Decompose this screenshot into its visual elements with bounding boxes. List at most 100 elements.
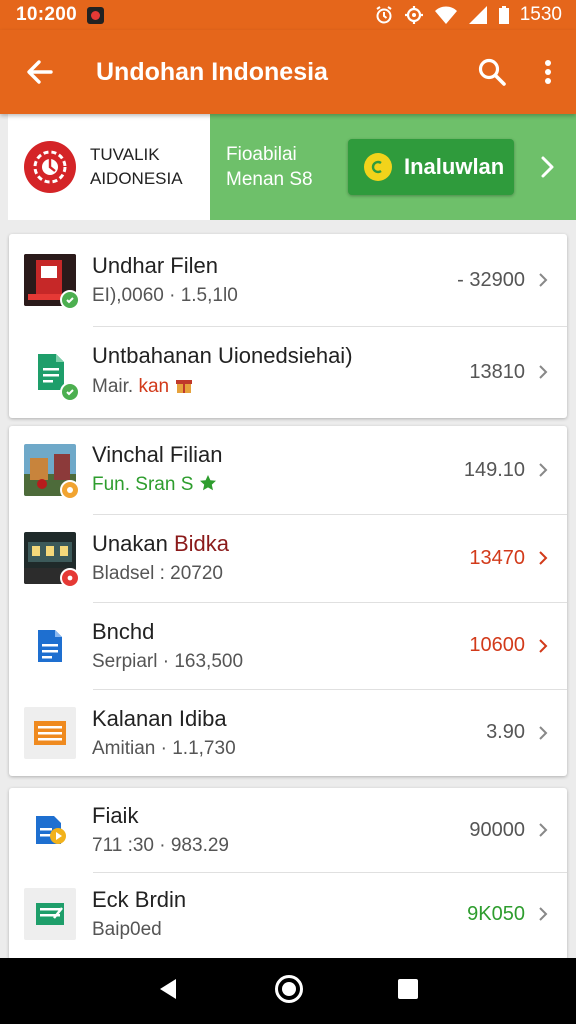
item-thumbnail (24, 254, 80, 310)
list-item[interactable]: Fiaik 711 :30 · 983.29 90000 (9, 788, 567, 872)
item-value: 13810 (469, 360, 525, 383)
chevron-right-icon (531, 272, 555, 288)
item-thumbnail (24, 804, 76, 856)
chevron-right-icon (531, 638, 555, 654)
item-thumbnail (24, 532, 80, 588)
alarm-icon (376, 6, 392, 24)
battery-level: 1530 (519, 4, 562, 25)
item-texts: Unakan Bidka Bladsel : 20720 (92, 531, 469, 585)
item-subtitle-accent: kan (138, 376, 170, 397)
nav-back-button[interactable] (157, 977, 181, 1006)
nav-recents-button[interactable] (397, 978, 419, 1005)
brand-line-1: TUVALIK (90, 145, 160, 164)
coin-icon (364, 153, 392, 181)
item-title: Eck Brdin (92, 887, 187, 912)
cta-label: Inaluwlan (404, 154, 505, 179)
banner-next-button[interactable] (520, 155, 576, 179)
system-nav-bar (0, 958, 576, 1024)
item-thumbnail (24, 620, 76, 672)
square-recents-icon (398, 978, 419, 999)
home-circle-icon (274, 974, 303, 1003)
item-value: 9K050 (467, 902, 525, 925)
notification-icon (86, 6, 104, 24)
list-item[interactable]: Vinchal Filian Fun. Sran S 149.10 (9, 426, 567, 514)
status-bar: 10:200 1530 (0, 0, 576, 30)
settings-icon (404, 6, 423, 24)
chevron-right-icon (531, 725, 555, 741)
item-subtitle: Fun. Sran S (92, 474, 464, 498)
search-button[interactable] (464, 30, 520, 114)
item-value: 149.10 (463, 458, 525, 481)
status-icons: 1530 (374, 4, 562, 26)
item-texts: Undhar Filen EI),0060 · 1.5,1l0 (92, 253, 457, 307)
item-thumbnail (24, 444, 80, 500)
chevron-right-icon (531, 822, 555, 838)
item-value: 10600 (469, 634, 525, 656)
sheet-icon (24, 706, 76, 759)
check-badge-icon (60, 382, 80, 402)
item-texts: Kalanan Idiba Amitian · 1.1,730 (92, 706, 486, 760)
alert-badge-icon (60, 568, 80, 588)
star-icon (199, 474, 217, 498)
chevron-right-icon (531, 462, 555, 478)
more-vert-icon (545, 60, 551, 84)
check-badge-icon (60, 290, 80, 310)
search-icon (478, 58, 506, 86)
item-title-accent: Bidka (173, 531, 230, 556)
item-title: Untbahanan Uionedsiehai) (92, 343, 353, 368)
item-title: Kalanan Idiba (92, 705, 227, 731)
item-texts: Eck Brdin Baip0ed (92, 887, 467, 941)
item-texts: Vinchal Filian Fun. Sran S (92, 442, 464, 498)
arrow-left-icon (27, 60, 53, 84)
document-icon (24, 620, 76, 672)
promo-banner: TUVALIK AIDONESIA Fioabilai Menan S8 Ina… (8, 114, 576, 220)
item-value: 90000 (469, 818, 525, 841)
item-subtitle: 711 :30 · 983.29 (92, 835, 229, 856)
item-texts: Fiaik 711 :30 · 983.29 (92, 803, 469, 857)
item-value: 3.90 (486, 721, 525, 743)
item-title: Fiaik (92, 803, 139, 828)
item-subtitle: Amitian · 1.1,730 (92, 737, 236, 759)
item-thumbnail (24, 346, 80, 402)
item-texts: Bnchd Serpiarl · 163,500 (92, 619, 469, 673)
cta-button[interactable]: Inaluwlan (348, 139, 514, 195)
item-subtitle: Baip0ed (92, 919, 162, 940)
page-title: Undohan Indonesia (96, 57, 328, 86)
item-title: Unakan Bidka (92, 531, 469, 557)
list-item[interactable]: Eck Brdin Baip0ed 9K050 (9, 872, 567, 956)
promo-line-2: Menan S8 (226, 169, 313, 190)
item-subtitle-main: Mair. (92, 376, 134, 397)
list-item[interactable]: Undhar Filen EI),0060 · 1.5,1l0 - 32900 (9, 234, 567, 326)
chevron-right-icon (541, 156, 554, 178)
item-thumbnail (24, 706, 76, 759)
list-card: Fiaik 711 :30 · 983.29 90000 Eck Brdin B… (9, 788, 567, 960)
chevron-right-icon (531, 906, 555, 922)
more-options-button[interactable] (520, 30, 576, 114)
video-file-icon (24, 804, 76, 856)
list-card: Undhar Filen EI),0060 · 1.5,1l0 - 32900 … (9, 234, 567, 418)
list-card: Vinchal Filian Fun. Sran S 149.10 Unakan (9, 426, 567, 776)
signal-icon (468, 6, 487, 24)
status-time: 10:200 (16, 4, 77, 25)
wifi-icon (434, 6, 457, 24)
item-thumbnail (24, 888, 76, 940)
list-item[interactable]: Kalanan Idiba Amitian · 1.1,730 3.90 (9, 689, 567, 776)
list-item[interactable]: Untbahanan Uionedsiehai) Mair. kan 13810 (9, 326, 567, 418)
item-subtitle: Bladsel : 20720 (92, 563, 223, 584)
brand-block: TUVALIK AIDONESIA (8, 114, 210, 220)
list-item[interactable]: Bnchd Serpiarl · 163,500 10600 (9, 602, 567, 689)
promo-text: Fioabilai Menan S8 (226, 142, 338, 192)
item-title: Bnchd (92, 618, 155, 644)
brand-logo-icon (24, 141, 76, 193)
item-value: 13470 (469, 546, 525, 569)
brand-name: TUVALIK AIDONESIA (90, 143, 183, 191)
item-title: Undhar Filen (92, 253, 218, 278)
back-button[interactable] (0, 30, 80, 114)
item-subtitle: EI),0060 · 1.5,1l0 (92, 285, 238, 306)
nav-home-button[interactable] (274, 974, 304, 1009)
chevron-right-icon (531, 364, 555, 380)
item-texts: Untbahanan Uionedsiehai) Mair. kan (92, 343, 469, 401)
gift-icon (174, 375, 194, 401)
list-item[interactable]: Unakan Bidka Bladsel : 20720 13470 (9, 514, 567, 602)
item-subtitle-text: Fun. Sran S (92, 474, 194, 495)
